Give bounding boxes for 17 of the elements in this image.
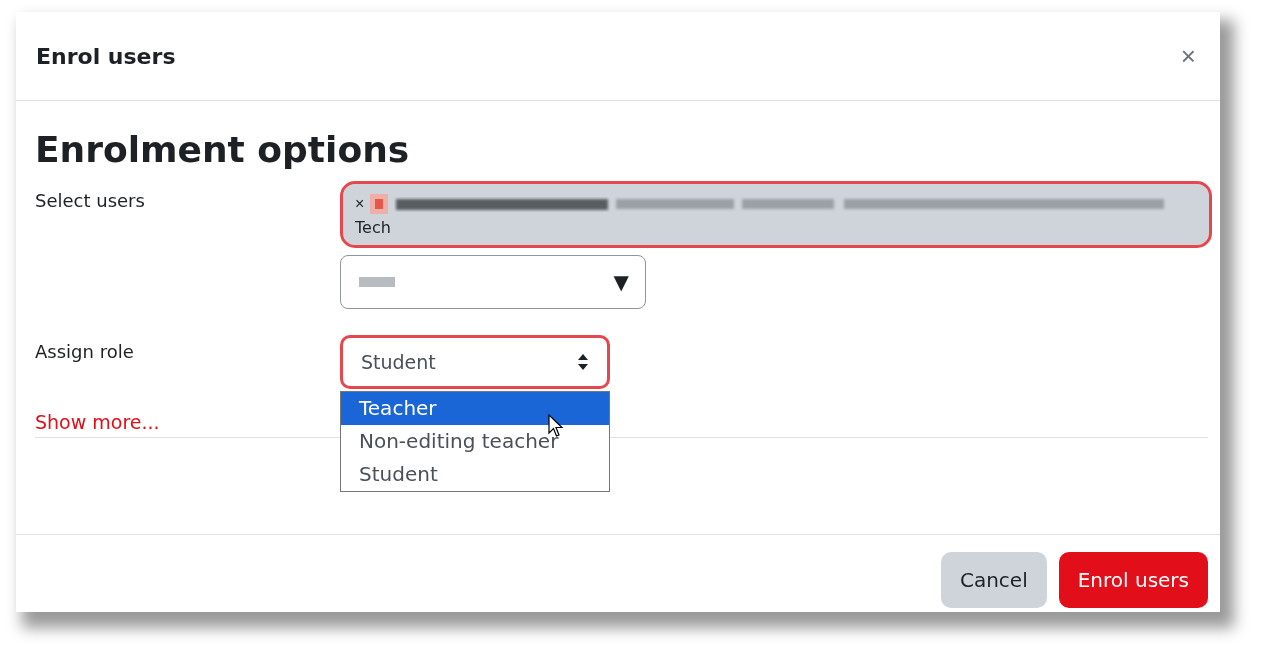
show-more-link[interactable]: Show more...: [35, 411, 160, 433]
dialog-title: Enrol users: [36, 43, 176, 69]
blurred-text-drawing: [359, 275, 395, 289]
cancel-button[interactable]: Cancel: [940, 551, 1047, 608]
field-label: Assign role: [35, 340, 135, 364]
user-detail-text: Tech: [355, 218, 391, 237]
role-select[interactable]: Student: [340, 335, 610, 389]
submit-button[interactable]: Enrol users: [1058, 551, 1208, 608]
close-button[interactable]: ×: [1176, 40, 1200, 72]
section-heading: Enrolment options: [35, 129, 411, 170]
remove-user-button[interactable]: ×: [355, 195, 365, 213]
sort-icon: [577, 353, 589, 371]
field-label: Select users: [35, 189, 146, 213]
dropdown-arrow: ▼: [613, 270, 629, 294]
avatar-icon: [370, 194, 389, 214]
role-option[interactable]: Teacher: [341, 392, 609, 425]
user-search-field[interactable]: ▼: [340, 255, 646, 309]
